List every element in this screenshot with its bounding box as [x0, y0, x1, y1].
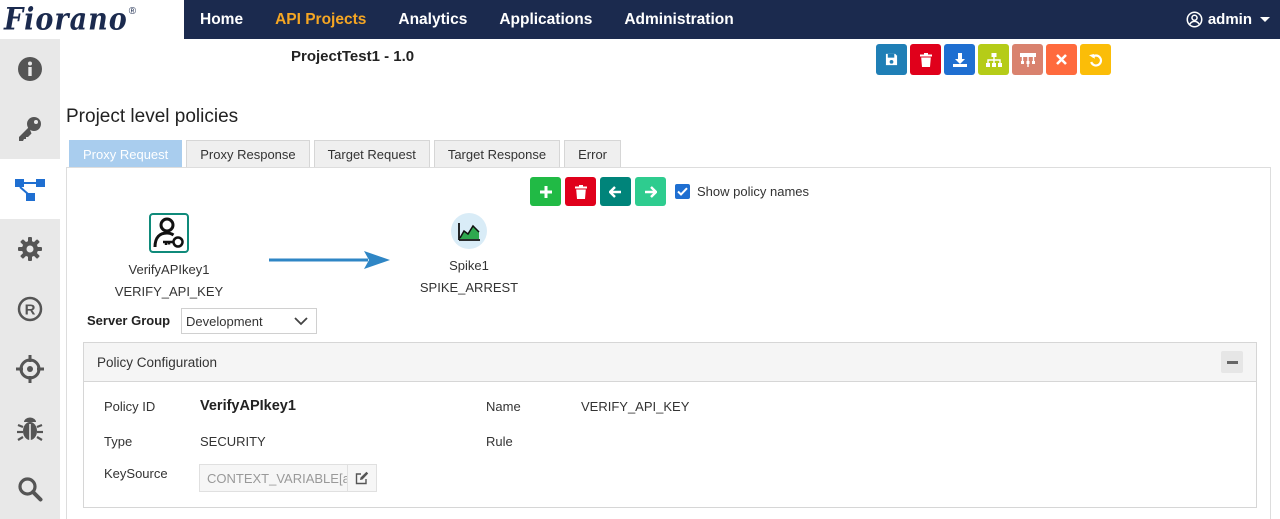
- type-label: Type: [104, 434, 133, 449]
- nav-administration[interactable]: Administration: [624, 11, 733, 29]
- policy-node-type: SPIKE_ARREST: [419, 280, 519, 295]
- tab-proxy-response[interactable]: Proxy Response: [186, 140, 310, 168]
- user-menu[interactable]: admin: [1186, 0, 1270, 39]
- keysource-field: CONTEXT_VARIABLE[apikey]: [199, 464, 377, 492]
- sidebar-item-debug[interactable]: [0, 399, 60, 459]
- registered-icon: R: [17, 296, 43, 322]
- chevron-down-icon: [1260, 17, 1270, 22]
- flow-toolbar: Show policy names: [530, 177, 809, 206]
- hierarchy-icon: [985, 52, 1002, 67]
- name-label: Name: [486, 399, 521, 414]
- policy-node-verifyapikey[interactable]: VerifyAPIkey1 VERIFY_API_KEY: [112, 213, 226, 299]
- fiorano-logo[interactable]: Fiorano ®: [0, 0, 184, 39]
- sidebar-item-target[interactable]: [0, 339, 60, 399]
- search-icon: [18, 477, 43, 502]
- minus-icon: [1226, 360, 1238, 364]
- policy-configuration-header: Policy Configuration: [84, 343, 1256, 382]
- nav-applications[interactable]: Applications: [499, 11, 592, 29]
- move-left-button[interactable]: [600, 177, 631, 206]
- bug-icon: [17, 417, 43, 441]
- hierarchy-button[interactable]: [978, 44, 1009, 75]
- download-icon: [952, 52, 967, 67]
- policy-id-label: Policy ID: [104, 399, 156, 414]
- verify-api-key-icon: [149, 213, 189, 253]
- tab-target-response[interactable]: Target Response: [433, 140, 561, 168]
- section-title: Project level policies: [66, 106, 239, 127]
- arrow-right-icon: [645, 185, 657, 198]
- close-icon: [1056, 54, 1067, 65]
- tab-error[interactable]: Error: [564, 140, 621, 168]
- checkmark-icon: [677, 187, 688, 196]
- svg-text:R: R: [25, 302, 36, 319]
- flow-icon: [15, 179, 45, 201]
- plus-icon: [539, 185, 552, 198]
- policy-id-value: VerifyAPIkey1: [200, 398, 296, 414]
- policy-tabs: Proxy Request Proxy Response Target Requ…: [69, 140, 625, 168]
- user-name: admin: [1207, 11, 1252, 28]
- delete-button[interactable]: [910, 44, 941, 75]
- show-policy-names-checkbox[interactable]: [675, 184, 690, 199]
- show-policy-names-label: Show policy names: [697, 184, 809, 199]
- add-policy-button[interactable]: [530, 177, 561, 206]
- spike-arrest-icon: [451, 213, 487, 249]
- collapse-button[interactable]: [1221, 351, 1243, 373]
- main-nav: Home API Projects Analytics Applications…: [200, 0, 766, 39]
- sidebar: R: [0, 39, 60, 519]
- trash-icon: [919, 52, 932, 67]
- gear-icon: [18, 237, 42, 261]
- save-button[interactable]: [876, 44, 907, 75]
- top-navbar: Fiorano ® Home API Projects Analytics Ap…: [0, 0, 1280, 39]
- tab-target-request[interactable]: Target Request: [313, 140, 430, 168]
- policy-node-name: VerifyAPIkey1: [128, 262, 210, 277]
- branch-button[interactable]: [1012, 44, 1043, 75]
- rule-label: Rule: [486, 434, 513, 449]
- logo-registered-mark: ®: [128, 6, 137, 17]
- server-group-label: Server Group: [87, 313, 171, 328]
- project-toolbar: [876, 44, 1114, 75]
- edit-icon: [355, 471, 369, 485]
- undo-button[interactable]: [1080, 44, 1111, 75]
- server-group-value: Development: [186, 313, 263, 329]
- undo-icon: [1088, 53, 1102, 67]
- sidebar-item-search[interactable]: [0, 459, 60, 519]
- type-value: SECURITY: [200, 434, 266, 449]
- user-circle-icon: [1186, 11, 1203, 28]
- move-right-button[interactable]: [635, 177, 666, 206]
- name-value: VERIFY_API_KEY: [581, 399, 690, 414]
- delete-policy-button[interactable]: [565, 177, 596, 206]
- download-button[interactable]: [944, 44, 975, 75]
- nav-home[interactable]: Home: [200, 11, 243, 29]
- sidebar-item-settings[interactable]: [0, 219, 60, 279]
- trash-icon: [574, 184, 587, 199]
- policy-configuration-title: Policy Configuration: [97, 354, 218, 370]
- keysource-input[interactable]: CONTEXT_VARIABLE[apikey]: [200, 465, 348, 491]
- chevron-down-icon: [294, 317, 308, 326]
- edit-keysource-button[interactable]: [348, 465, 376, 491]
- arrow-left-icon: [609, 185, 621, 198]
- nav-api-projects[interactable]: API Projects: [275, 11, 366, 29]
- sidebar-item-info[interactable]: [0, 39, 60, 99]
- sidebar-item-registered[interactable]: R: [0, 279, 60, 339]
- policy-node-type: VERIFY_API_KEY: [114, 284, 224, 299]
- save-icon: [885, 53, 898, 66]
- sidebar-item-flow[interactable]: [0, 159, 60, 219]
- policy-node-name: Spike1: [449, 258, 489, 273]
- sidebar-item-keys[interactable]: [0, 99, 60, 159]
- info-icon: [18, 57, 42, 81]
- nav-analytics[interactable]: Analytics: [398, 11, 467, 29]
- close-button[interactable]: [1046, 44, 1077, 75]
- key-icon: [19, 117, 41, 141]
- crosshair-icon: [16, 355, 44, 383]
- flow-arrow-icon: [269, 251, 390, 269]
- keysource-label: KeySource: [104, 466, 168, 481]
- project-title: ProjectTest1 - 1.0: [291, 48, 415, 65]
- server-group-select[interactable]: Development: [181, 308, 317, 334]
- branch-icon: [1019, 52, 1036, 67]
- policy-node-spike[interactable]: Spike1 SPIKE_ARREST: [415, 213, 523, 295]
- logo-text: Fiorano: [4, 1, 128, 38]
- tab-proxy-request[interactable]: Proxy Request: [69, 140, 183, 168]
